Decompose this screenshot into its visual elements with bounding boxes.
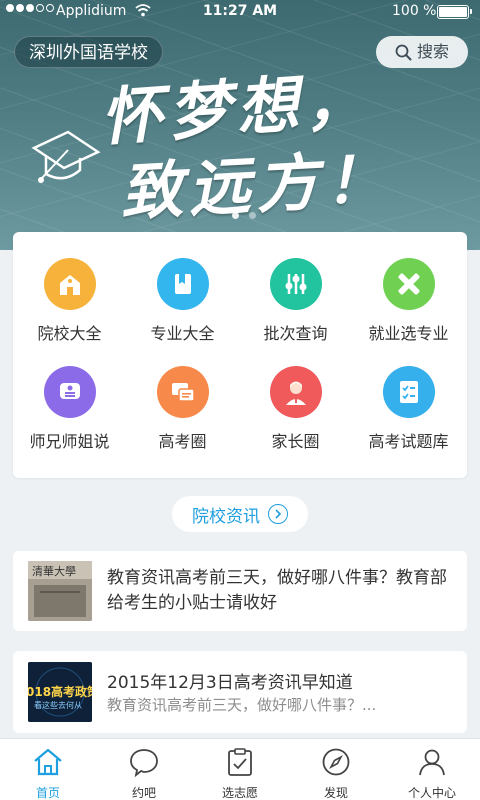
news-thumbnail: 018高考政策 看这些去何从 (28, 662, 92, 722)
search-label: 搜索 (416, 42, 449, 61)
news-subtitle: 教育资讯高考前三天，做好哪八件事？... (107, 696, 377, 714)
chat-people-icon (43, 366, 96, 418)
search-icon (395, 44, 412, 60)
tools-icon (382, 258, 435, 310)
tab-label: 首页 (35, 786, 60, 800)
grid-item-exam-bank[interactable]: 高考试题库 (352, 366, 465, 452)
news-thumbnail: 清華大學 (28, 561, 92, 621)
chat-bubbles-icon (156, 366, 209, 418)
home-icon (0, 746, 96, 778)
grid-item-career-majors[interactable]: 就业选专业 (352, 258, 465, 344)
grid-item-label: 师兄师姐说 (29, 432, 110, 451)
thumbnail-text: 018高考政策 (28, 684, 92, 699)
book-icon (156, 258, 209, 310)
news-item[interactable]: 清華大學 教育资讯高考前三天，做好哪八件事？教育部给考生的小贴士请收好 (13, 551, 467, 631)
grid-item-batch-query[interactable]: 批次查询 (239, 258, 352, 344)
sliders-icon (269, 258, 322, 310)
news-section-button[interactable]: 院校资讯 (172, 496, 308, 532)
banner-slogan-line2: 致远方！ (118, 141, 395, 230)
grid-item-label: 高考试题库 (368, 432, 449, 451)
grid-item-label: 批次查询 (263, 324, 328, 343)
thumbnail-text: 看这些去何从 (34, 700, 82, 710)
tab-profile[interactable]: 个人中心 (384, 739, 480, 800)
compass-icon (288, 746, 384, 778)
grid-item-label: 专业大全 (150, 324, 215, 343)
clipboard-check-icon (192, 746, 288, 778)
battery-icon (437, 5, 472, 19)
news-item[interactable]: 018高考政策 看这些去何从 2015年12月3日高考资讯早知道 教育资讯高考前… (13, 651, 467, 733)
tab-discover[interactable]: 发现 (288, 739, 384, 800)
grid-item-label: 家长圈 (271, 432, 320, 451)
user-icon (384, 746, 480, 778)
grid-item-label: 高考圈 (158, 432, 207, 451)
grid-item-schools[interactable]: 院校大全 (13, 258, 126, 344)
tab-choose-major[interactable]: 选志愿 (192, 739, 288, 800)
tab-bar: 首页 约吧 选志愿 发现 个人中心 (0, 738, 480, 800)
grid-item-gaokao-circle[interactable]: 高考圈 (126, 366, 239, 452)
thumbnail-text: 清華大學 (32, 564, 76, 578)
tab-label: 发现 (323, 786, 348, 800)
grid-item-majors[interactable]: 专业大全 (126, 258, 239, 344)
carousel-dot[interactable] (232, 212, 239, 219)
school-icon (43, 258, 96, 310)
battery-percent: 100 % (392, 3, 437, 19)
grid-item-label: 院校大全 (37, 324, 102, 343)
status-bar: Applidium 11:27 AM 100 % (0, 0, 480, 24)
tab-label: 约吧 (131, 786, 156, 800)
news-title: 2015年12月3日高考资讯早知道 (107, 673, 353, 693)
feature-grid: 院校大全 专业大全 批次查询 就业选专业 师兄师姐说 高考圈 家长圈 高考试题库 (13, 232, 467, 478)
tab-meetup[interactable]: 约吧 (96, 739, 192, 800)
parent-icon (269, 366, 322, 418)
tab-label: 个人中心 (407, 786, 456, 800)
news-section-label: 院校资讯 (192, 506, 260, 527)
school-selector[interactable]: 深圳外国语学校 (14, 36, 163, 68)
tab-label: 选志愿 (221, 786, 258, 800)
checklist-icon (382, 366, 435, 418)
search-button[interactable]: 搜索 (376, 36, 468, 68)
chat-icon (96, 746, 192, 778)
grid-item-senior-talk[interactable]: 师兄师姐说 (13, 366, 126, 452)
carousel-dot[interactable] (249, 212, 256, 219)
graduation-cap-icon (31, 130, 101, 183)
carousel-dots[interactable] (232, 212, 256, 219)
chevron-right-icon (268, 504, 288, 524)
grid-item-label: 就业选专业 (368, 324, 449, 343)
news-title: 教育资讯高考前三天，做好哪八件事？教育部给考生的小贴士请收好 (107, 568, 447, 613)
grid-item-parent-circle[interactable]: 家长圈 (239, 366, 352, 452)
tab-home[interactable]: 首页 (0, 739, 96, 800)
